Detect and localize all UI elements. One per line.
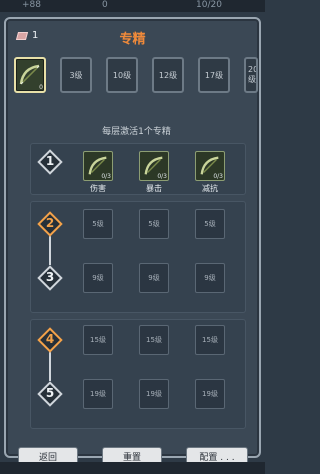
page-title: 专精 xyxy=(119,32,146,47)
skill-slot-locked[interactable]: 5级 xyxy=(195,209,225,239)
skill-slot-locked[interactable]: 19级 xyxy=(195,379,225,409)
skill-slot-damage[interactable]: 0/3 xyxy=(83,151,113,181)
skill-slot-locked[interactable]: 9级 xyxy=(139,263,169,293)
slot-label-resist: 减抗 xyxy=(202,184,218,193)
tier-2-number: 2 xyxy=(45,216,55,230)
subtitle: 每层激活1个专精 xyxy=(102,127,171,137)
skill-slot-locked[interactable]: 19级 xyxy=(83,379,113,409)
slot-count: 0/3 xyxy=(157,173,167,180)
tab-level-3[interactable]: 3级 xyxy=(60,57,92,93)
tier-1-number: 1 xyxy=(45,154,55,168)
skill-slot-locked[interactable]: 9级 xyxy=(195,263,225,293)
tab-level-12[interactable]: 12级 xyxy=(152,57,184,93)
status-value-2: 0 xyxy=(102,0,108,10)
skill-slot-locked[interactable]: 9级 xyxy=(83,263,113,293)
skill-slot-resist[interactable]: 0/3 xyxy=(195,151,225,181)
skill-slot-locked[interactable]: 19级 xyxy=(139,379,169,409)
tab-level: 0 xyxy=(39,84,43,91)
slot-label-crit: 暴击 xyxy=(146,184,162,193)
skill-slot-crit[interactable]: 0/3 xyxy=(139,151,169,181)
tier-3-number: 3 xyxy=(45,270,55,284)
level-tabs: 0 3级 10级 12级 17级 20级 xyxy=(14,57,258,97)
slot-label-damage: 伤害 xyxy=(90,184,106,193)
tab-level-20[interactable]: 20级 xyxy=(244,57,258,93)
specialization-panel: 1 专精 0 3级 10级 12级 17级 20级 每层激活1个专精 1 0/3… xyxy=(4,17,261,465)
skill-slot-locked[interactable]: 15级 xyxy=(83,325,113,355)
tab-level-10[interactable]: 10级 xyxy=(106,57,138,93)
tier-5-number: 5 xyxy=(45,386,55,400)
tier-4-number: 4 xyxy=(45,332,55,346)
tab-bow[interactable]: 0 xyxy=(14,57,46,93)
skill-slot-locked[interactable]: 5级 xyxy=(83,209,113,239)
slot-count: 0/3 xyxy=(101,173,111,180)
top-status-bar: +88 0 10/20 xyxy=(0,0,265,12)
skill-slot-locked[interactable]: 15级 xyxy=(195,325,225,355)
status-value-3: 10/20 xyxy=(196,0,222,10)
panel-header: 1 专精 xyxy=(12,25,253,47)
status-value-1: +88 xyxy=(22,0,41,10)
skill-slot-locked[interactable]: 5级 xyxy=(139,209,169,239)
bottom-bar xyxy=(0,462,265,474)
tab-level-17[interactable]: 17级 xyxy=(198,57,230,93)
slot-count: 0/3 xyxy=(213,173,223,180)
skill-slot-locked[interactable]: 15级 xyxy=(139,325,169,355)
